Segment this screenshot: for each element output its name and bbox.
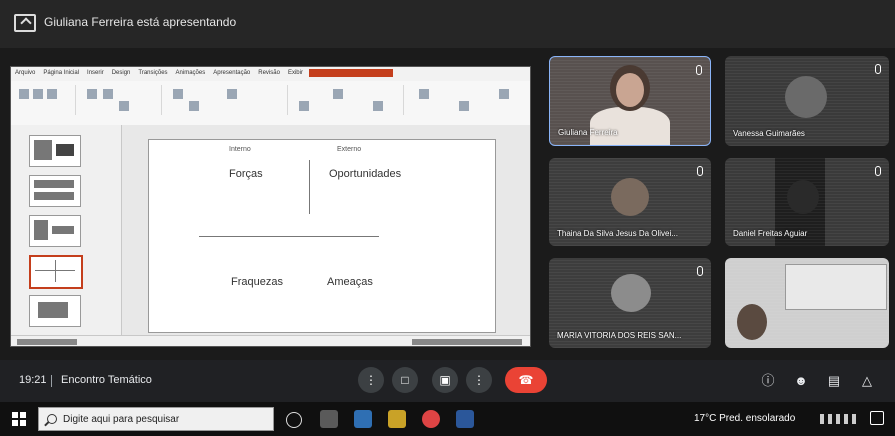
word-icon[interactable] (456, 410, 474, 428)
mic-icon (875, 166, 881, 176)
task-view-icon[interactable] (286, 412, 302, 428)
end-call-icon: ☎ (518, 373, 534, 387)
weather-widget[interactable]: 17°C Pred. ensolarado (694, 413, 795, 424)
notification-icon[interactable] (870, 411, 884, 425)
mic-icon (697, 266, 703, 276)
windows-taskbar: 17°C Pred. ensolarado (0, 402, 895, 436)
mic-icon (696, 65, 702, 75)
camera-toggle-button[interactable]: □ (392, 367, 418, 393)
shared-screen[interactable]: Arquivo Página Inicial Inserir Design Transi… (10, 66, 531, 347)
participant-tile[interactable]: Thaina Da Silva Jesus Da Olivei... (549, 158, 711, 246)
participant-tile[interactable]: Giuliana Ferreira (549, 56, 711, 146)
search-icon (47, 414, 57, 424)
slide-thumbnail-selected[interactable] (29, 255, 83, 289)
slide-header-right: Externo (337, 146, 362, 153)
meeting-title: Encontro Temático (61, 374, 152, 386)
slide-cell-opportunities: Oportunidades (329, 168, 402, 180)
mic-icon (875, 64, 881, 74)
activities-button[interactable]: △ (856, 370, 878, 392)
more-options-button[interactable]: ⋮ (466, 367, 492, 393)
search-input[interactable] (63, 412, 263, 426)
slide-cell-weaknesses: Fraquezas (231, 276, 283, 288)
people-button[interactable]: ☻ (790, 370, 812, 392)
people-icon: ☻ (794, 373, 808, 388)
slide-grid-line (199, 236, 379, 237)
edge-icon[interactable] (354, 410, 372, 428)
presenter-banner: Giuliana Ferreira está apresentando (0, 0, 895, 48)
slide-thumbnails[interactable] (11, 125, 122, 335)
meeting-controls-bar: 19:21 Encontro Temático ⋮ □ ▣ ⋮ ☎ ⓘ ☻ ▤ … (0, 360, 895, 402)
mic-icon: ⋮ (365, 373, 377, 387)
meeting-time: 19:21 (19, 374, 47, 386)
slide-thumbnail[interactable] (29, 175, 81, 207)
status-bar (11, 335, 530, 346)
swot-slide[interactable]: Interno Externo Forças Oportunidades Fra… (148, 139, 496, 333)
participant-name: Thaina Da Silva Jesus Da Olivei... (557, 229, 678, 238)
file-explorer-icon[interactable] (388, 410, 406, 428)
mic-icon (697, 166, 703, 176)
powerpoint-title-bar (309, 69, 393, 77)
participant-tile[interactable] (725, 258, 889, 348)
slide-thumbnail[interactable] (29, 135, 81, 167)
slide-thumbnail[interactable] (29, 295, 81, 327)
camera-icon: □ (401, 373, 409, 387)
meeting-info-button[interactable]: ⓘ (757, 370, 779, 392)
participant-tile[interactable]: Daniel Freitas Aguiar (725, 158, 889, 246)
participant-name: Daniel Freitas Aguiar (733, 229, 808, 238)
windows-start-icon[interactable] (12, 412, 26, 426)
slide-cell-threats: Ameaças (327, 276, 373, 288)
slide-grid-line (309, 160, 310, 214)
slide-cell-strengths: Forças (229, 168, 263, 180)
chrome-icon[interactable] (422, 410, 440, 428)
taskbar-app-icon[interactable] (320, 410, 338, 428)
more-icon: ⋮ (473, 373, 485, 387)
present-icon: ▣ (439, 373, 451, 387)
activities-icon: △ (862, 373, 872, 388)
info-icon: ⓘ (761, 373, 775, 388)
ribbon-toolbar (11, 81, 530, 126)
divider (51, 375, 52, 387)
screen-share-icon (14, 14, 36, 32)
chat-icon: ▤ (827, 373, 841, 388)
participant-name: MARIA VITORIA DOS REIS SAN... (557, 331, 682, 340)
slide-header-left: Interno (229, 146, 251, 153)
chat-button[interactable]: ▤ (823, 370, 845, 392)
present-button[interactable]: ▣ (432, 367, 458, 393)
slide-thumbnail[interactable] (29, 215, 81, 247)
system-tray-icons[interactable] (820, 414, 860, 424)
participant-tile[interactable]: Vanessa Guimarães (725, 56, 889, 146)
leave-call-button[interactable]: ☎ (505, 367, 547, 393)
taskbar-search[interactable] (38, 407, 274, 431)
participant-tile[interactable]: MARIA VITORIA DOS REIS SAN... (549, 258, 711, 348)
slide-canvas[interactable]: Interno Externo Forças Oportunidades Fra… (122, 125, 530, 335)
presenter-label: Giuliana Ferreira está apresentando (44, 15, 237, 29)
mic-toggle-button[interactable]: ⋮ (358, 367, 384, 393)
participant-name: Vanessa Guimarães (733, 129, 805, 138)
ribbon-tabs: Arquivo Página Inicial Inserir Design Transi… (11, 67, 530, 82)
participant-name: Giuliana Ferreira (558, 128, 618, 137)
